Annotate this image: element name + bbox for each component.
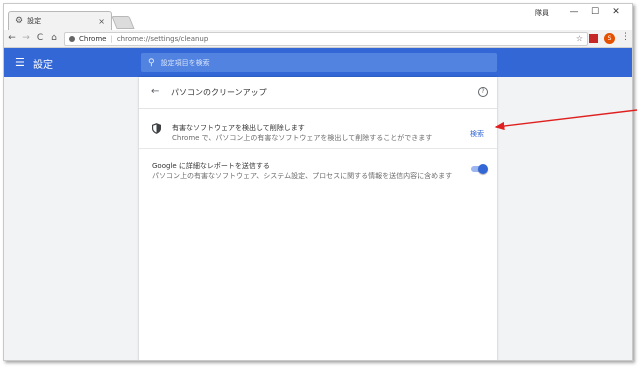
address-bar[interactable]: Chrome | chrome://settings/cleanup ☆ xyxy=(64,32,588,46)
toggle-knob[interactable] xyxy=(478,164,488,174)
report-description: パソコン上の有害なソフトウェア、システム設定、プロセスに関する情報を送信内容に含… xyxy=(152,172,453,180)
omnibox-separator: | xyxy=(110,35,113,43)
hamburger-icon[interactable]: ☰ xyxy=(15,57,26,68)
tab-strip: ⚙ 設定 × 隊員 — ☐ ✕ xyxy=(4,4,632,30)
find-description: Chrome で、パソコン上の有害なソフトウェアを検出して削除することができます xyxy=(172,134,433,142)
search-icon: ⚲ xyxy=(148,57,155,68)
browser-toolbar: ← → C ⌂ Chrome | chrome://settings/clean… xyxy=(4,30,632,48)
close-icon[interactable]: × xyxy=(98,17,105,26)
report-row: Google に詳細なレポートを送信する パソコン上の有害なソフトウェア、システ… xyxy=(139,149,497,180)
new-tab-button[interactable] xyxy=(111,16,135,29)
back-icon[interactable]: ← xyxy=(6,32,18,45)
report-toggle[interactable] xyxy=(471,164,488,174)
forward-icon[interactable]: → xyxy=(20,32,32,45)
cleanup-title: パソコンのクリーンアップ xyxy=(171,88,267,97)
gear-icon: ⚙ xyxy=(15,16,24,26)
star-icon[interactable]: ☆ xyxy=(576,34,583,43)
back-icon[interactable]: ← xyxy=(151,86,159,97)
shield-icon xyxy=(152,123,161,134)
menu-icon[interactable]: ⋮ xyxy=(621,32,630,42)
extension-red-icon[interactable] xyxy=(589,34,598,43)
tab-title: 設定 xyxy=(27,17,42,25)
find-title: 有害なソフトウェアを検出して削除します xyxy=(172,124,305,132)
home-icon[interactable]: ⌂ xyxy=(48,32,60,45)
page-title: 設定 xyxy=(33,60,53,71)
tab-settings[interactable]: ⚙ 設定 × xyxy=(8,11,112,30)
help-icon[interactable]: ? xyxy=(478,87,488,97)
extension-orange-icon[interactable]: S xyxy=(604,33,615,44)
settings-header: ☰ 設定 ⚲ 設定項目を検索 xyxy=(4,48,632,77)
chrome-page-icon xyxy=(69,36,75,42)
find-harmful-software-row: 有害なソフトウェアを検出して削除します Chrome で、パソコン上の有害なソフ… xyxy=(139,109,497,149)
close-window-button[interactable]: ✕ xyxy=(604,5,628,19)
search-placeholder: 設定項目を検索 xyxy=(160,58,210,67)
cleanup-header: ← パソコンのクリーンアップ ? xyxy=(139,77,497,109)
reload-icon[interactable]: C xyxy=(34,32,46,45)
omnibox-url[interactable]: chrome://settings/cleanup xyxy=(117,35,208,43)
profile-label[interactable]: 隊員 xyxy=(535,8,549,18)
settings-search-input[interactable]: ⚲ 設定項目を検索 xyxy=(141,53,497,72)
cleanup-card: ← パソコンのクリーンアップ ? 有害なソフトウェアを検出して削除します Chr… xyxy=(139,77,497,360)
omnibox-chrome-label: Chrome xyxy=(79,35,107,43)
find-button[interactable]: 検索 xyxy=(470,129,484,139)
report-title: Google に詳細なレポートを送信する xyxy=(152,162,270,170)
browser-window: ⚙ 設定 × 隊員 — ☐ ✕ ← → C ⌂ Chrome | chrome:… xyxy=(3,3,633,361)
